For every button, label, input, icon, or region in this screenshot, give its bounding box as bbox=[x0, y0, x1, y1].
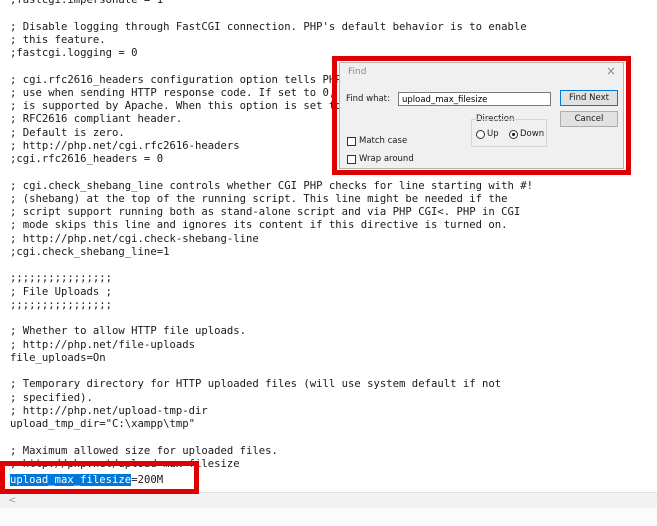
editor-line: ; http://php.net/cgi.check-shebang-line bbox=[10, 232, 259, 245]
editor-line: ; Whether to allow HTTP file uploads. bbox=[10, 325, 246, 338]
dialog-highlight-box bbox=[332, 56, 631, 175]
editor-line: ;fastcgi.impersonate = 1 bbox=[10, 0, 164, 6]
editor-line: ; mode skips this line and ignores its c… bbox=[10, 219, 508, 232]
editor-line: ; http://php.net/file-uploads bbox=[10, 338, 195, 351]
editor-line: ; File Uploads ; bbox=[10, 285, 113, 298]
editor-line: file_uploads=On bbox=[10, 351, 106, 364]
editor-line: ; this feature. bbox=[10, 33, 106, 46]
editor-line: ; (shebang) at the top of the running sc… bbox=[10, 192, 508, 205]
scroll-left-arrow-icon[interactable]: < bbox=[8, 493, 16, 508]
editor-line: ; cgi.check_shebang_line controls whethe… bbox=[10, 179, 533, 192]
editor-line: ; RFC2616 compliant header. bbox=[10, 113, 183, 126]
editor-line: ; Temporary directory for HTTP uploaded … bbox=[10, 378, 502, 391]
editor-line: ;cgi.rfc2616_headers = 0 bbox=[10, 153, 164, 165]
editor-line: ; Maximum allowed size for uploaded file… bbox=[10, 444, 278, 457]
editor-line: ; script support running both as stand-a… bbox=[10, 206, 521, 218]
editor-line: ; http://php.net/cgi.rfc2616-headers bbox=[10, 139, 240, 152]
editor-line: upload_tmp_dir="C:\xampp\tmp" bbox=[10, 418, 195, 430]
editor-line: ; http://php.net/upload-tmp-dir bbox=[10, 404, 208, 417]
editor-line: ; specified). bbox=[10, 391, 93, 404]
editor-line: ; Default is zero. bbox=[10, 126, 125, 139]
editor-line: ;cgi.check_shebang_line=1 bbox=[10, 245, 170, 258]
setting-highlight-box bbox=[0, 461, 199, 494]
editor-line: ; Disable logging through FastCGI connec… bbox=[10, 20, 527, 33]
editor-line: ;;;;;;;;;;;;;;;; bbox=[10, 298, 113, 311]
editor-line: ;;;;;;;;;;;;;;;; bbox=[10, 272, 113, 285]
editor-line: ;fastcgi.logging = 0 bbox=[10, 47, 138, 59]
horizontal-scrollbar[interactable]: < bbox=[0, 492, 657, 508]
status-bar bbox=[0, 508, 657, 526]
